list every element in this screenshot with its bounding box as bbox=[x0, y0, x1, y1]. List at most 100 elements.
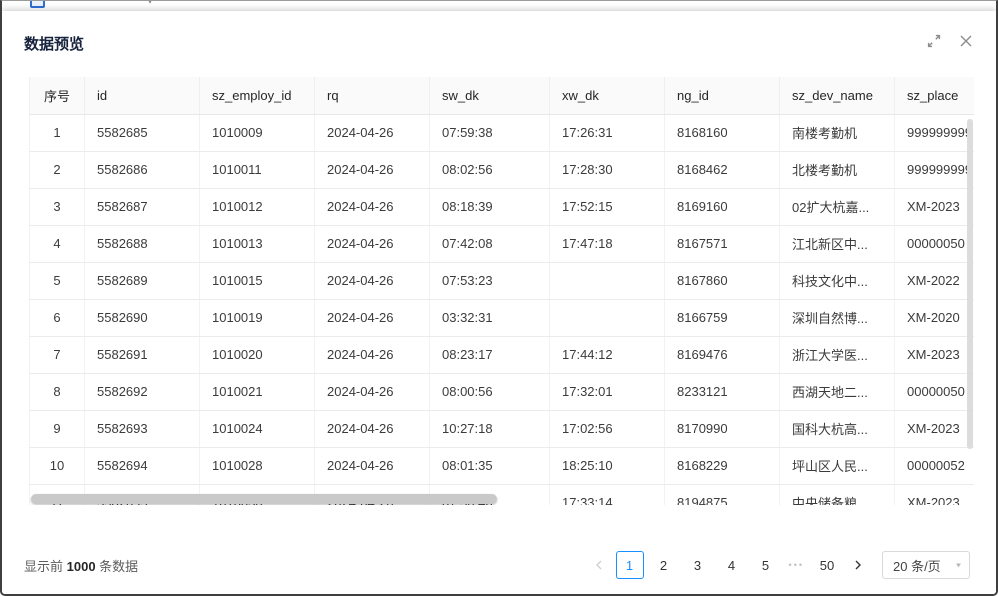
row-count-summary: 显示前 1000 条数据 bbox=[24, 556, 138, 575]
background-page-fragment: ▾ bbox=[2, 1, 996, 11]
table-cell: 1010024 bbox=[200, 410, 315, 447]
table-cell: 5582690 bbox=[85, 299, 200, 336]
table-cell: 国科大杭高... bbox=[780, 410, 895, 447]
table-row: 6558269010100192024-04-2603:32:31 8166759… bbox=[30, 299, 975, 336]
summary-count: 1000 bbox=[67, 559, 96, 574]
table-cell: 1010012 bbox=[200, 188, 315, 225]
pagination-pages: 12345 bbox=[613, 551, 783, 579]
table-cell: 1010015 bbox=[200, 262, 315, 299]
table-cell: 5582694 bbox=[85, 447, 200, 484]
table-cell: 3 bbox=[30, 188, 85, 225]
table-cell: 03:32:31 bbox=[430, 299, 550, 336]
pagination-page-5[interactable]: 5 bbox=[752, 551, 780, 579]
table-cell: 5582688 bbox=[85, 225, 200, 262]
table-cell: 北楼考勤机 bbox=[780, 151, 895, 188]
table-row: 9558269310100242024-04-2610:27:1817:02:5… bbox=[30, 410, 975, 447]
table-cell: 2024-04-26 bbox=[315, 447, 430, 484]
pagination-page-4[interactable]: 4 bbox=[718, 551, 746, 579]
table-cell: 8168462 bbox=[665, 151, 780, 188]
table-cell: XM-2023 bbox=[895, 188, 975, 225]
table-cell: 4 bbox=[30, 225, 85, 262]
table-cell bbox=[550, 262, 665, 299]
table-cell: 6 bbox=[30, 299, 85, 336]
table-cell: 坪山区人民... bbox=[780, 447, 895, 484]
table-cell: 00000052 bbox=[895, 447, 975, 484]
table-row: 4558268810100132024-04-2607:42:0817:47:1… bbox=[30, 225, 975, 262]
table-cell: 18:25:10 bbox=[550, 447, 665, 484]
table-cell: 中央储备粮 bbox=[780, 484, 895, 505]
table-cell: 8194875 bbox=[665, 484, 780, 505]
table-cell: 2024-04-26 bbox=[315, 188, 430, 225]
table-cell: 1010011 bbox=[200, 151, 315, 188]
chevron-down-icon: ▾ bbox=[956, 561, 961, 570]
table-cell: 2024-04-26 bbox=[315, 151, 430, 188]
table-cell: 8169476 bbox=[665, 336, 780, 373]
horizontal-scrollbar[interactable] bbox=[31, 494, 497, 504]
data-preview-table: 序号idsz_employ_idrqsw_dkxw_dkng_idsz_dev_… bbox=[29, 77, 974, 505]
table-cell: 深圳自然博... bbox=[780, 299, 895, 336]
close-icon[interactable] bbox=[958, 33, 974, 49]
table-cell: 08:00:56 bbox=[430, 373, 550, 410]
table-cell: 1010019 bbox=[200, 299, 315, 336]
table-cell: 1010009 bbox=[200, 114, 315, 151]
pagination-last-page[interactable]: 50 bbox=[813, 551, 841, 579]
table-cell: 7 bbox=[30, 336, 85, 373]
table-cell: XM-2023 bbox=[895, 410, 975, 447]
table-cell: 00000050 bbox=[895, 225, 975, 262]
page-size-label: 20 条/页 bbox=[893, 556, 941, 575]
table-cell: 02扩大杭嘉... bbox=[780, 188, 895, 225]
table-cell: 999999999 bbox=[895, 114, 975, 151]
table-cell: 5582692 bbox=[85, 373, 200, 410]
table-cell: XM-2023 bbox=[895, 484, 975, 505]
summary-prefix: 显示前 bbox=[24, 559, 67, 574]
pagination-page-2[interactable]: 2 bbox=[650, 551, 678, 579]
chevron-right-icon[interactable] bbox=[846, 551, 870, 579]
table-cell: 07:42:08 bbox=[430, 225, 550, 262]
chevron-left-icon[interactable] bbox=[587, 551, 611, 579]
table-row: 3558268710100122024-04-2608:18:3917:52:1… bbox=[30, 188, 975, 225]
vertical-scrollbar[interactable] bbox=[967, 119, 973, 449]
table-cell: 5582689 bbox=[85, 262, 200, 299]
column-header-id: id bbox=[85, 77, 200, 114]
table-cell: 8166759 bbox=[665, 299, 780, 336]
table-cell: 江北新区中... bbox=[780, 225, 895, 262]
table-cell: 8168160 bbox=[665, 114, 780, 151]
table-cell: 08:01:35 bbox=[430, 447, 550, 484]
table-row: 8558269210100212024-04-2608:00:5617:32:0… bbox=[30, 373, 975, 410]
table-cell: 5582686 bbox=[85, 151, 200, 188]
table-cell: 南楼考勤机 bbox=[780, 114, 895, 151]
table-row: 7558269110100202024-04-2608:23:1717:44:1… bbox=[30, 336, 975, 373]
column-header-xw_dk: xw_dk bbox=[550, 77, 665, 114]
summary-suffix: 条数据 bbox=[96, 559, 139, 574]
column-header-ng_id: ng_id bbox=[665, 77, 780, 114]
expand-icon[interactable] bbox=[926, 33, 942, 49]
background-text-fragment bbox=[54, 1, 118, 6]
table-cell: 8168229 bbox=[665, 447, 780, 484]
pagination: 12345 ••• 50 20 条/页 ▾ bbox=[587, 551, 970, 579]
table-cell: 2024-04-26 bbox=[315, 299, 430, 336]
page-size-select[interactable]: 20 条/页 ▾ bbox=[882, 551, 970, 579]
table-cell: 1010013 bbox=[200, 225, 315, 262]
table-cell: 2024-04-26 bbox=[315, 262, 430, 299]
table-cell: 2024-04-26 bbox=[315, 225, 430, 262]
table-cell: 5 bbox=[30, 262, 85, 299]
pagination-page-3[interactable]: 3 bbox=[684, 551, 712, 579]
table-body: 1558268510100092024-04-2607:59:3817:26:3… bbox=[30, 114, 975, 505]
table-cell: 5582685 bbox=[85, 114, 200, 151]
table-cell: XM-2022 bbox=[895, 262, 975, 299]
table-cell: 8233121 bbox=[665, 373, 780, 410]
modal-header-actions bbox=[926, 33, 974, 49]
table-cell: 07:53:23 bbox=[430, 262, 550, 299]
table-cell: 8 bbox=[30, 373, 85, 410]
table-cell: 8170990 bbox=[665, 410, 780, 447]
pagination-page-1[interactable]: 1 bbox=[616, 551, 644, 579]
pagination-ellipsis[interactable]: ••• bbox=[789, 560, 804, 570]
column-header-sz_employ_id: sz_employ_id bbox=[200, 77, 315, 114]
table-cell: 1010028 bbox=[200, 447, 315, 484]
table-cell: 00000050 bbox=[895, 373, 975, 410]
table-cell: 08:23:17 bbox=[430, 336, 550, 373]
column-header-sw_dk: sw_dk bbox=[430, 77, 550, 114]
table-cell: 17:32:01 bbox=[550, 373, 665, 410]
table-cell: 17:47:18 bbox=[550, 225, 665, 262]
table-cell: 10:27:18 bbox=[430, 410, 550, 447]
